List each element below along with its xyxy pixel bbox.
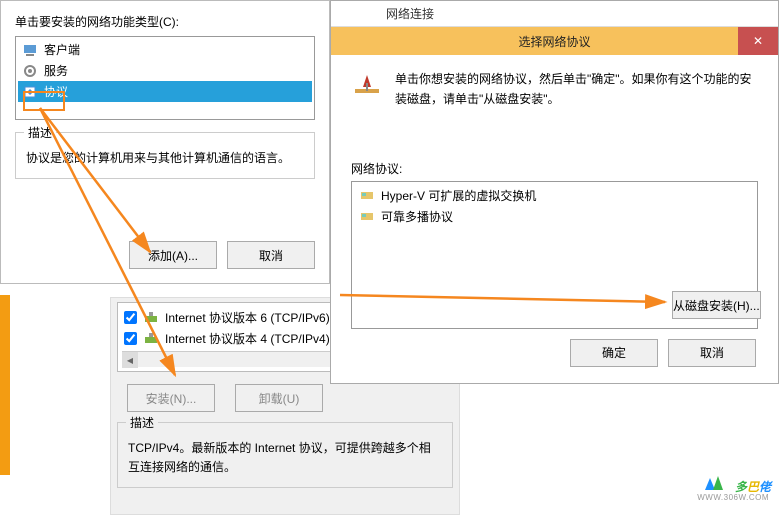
close-button[interactable]: ✕ [738, 27, 778, 55]
client-icon [22, 42, 38, 58]
add-button[interactable]: 添加(A)... [129, 241, 217, 269]
cancel-button[interactable]: 取消 [668, 339, 756, 367]
ok-button[interactable]: 确定 [570, 339, 658, 367]
protocol-icon [143, 310, 159, 326]
group-title: 描述 [126, 414, 158, 431]
list-item-label: 客户端 [44, 41, 80, 58]
description-text: 协议是您的计算机用来与其他计算机通信的语言。 [26, 149, 304, 168]
checkbox-ipv4[interactable] [124, 332, 137, 345]
scroll-left-icon[interactable]: ◀ [122, 352, 138, 368]
list-item[interactable]: 可靠多播协议 [355, 206, 754, 227]
feature-type-list[interactable]: 客户端 服务 协议 [15, 36, 315, 120]
network-feature-dialog: 单击要安装的网络功能类型(C): 客户端 服务 协议 描述 协议是您的计算机用来… [0, 0, 330, 284]
adapter-icon [359, 208, 375, 224]
service-icon [22, 63, 38, 79]
protocol-list-label: 网络协议: [351, 160, 758, 177]
parent-titlebar: 网络连接 [331, 1, 778, 27]
list-item-label: 协议 [44, 83, 68, 100]
description-text: TCP/IPv4。最新版本的 Internet 协议，可提供跨越多个相互连接网络… [128, 439, 442, 477]
description-group: 描述 TCP/IPv4。最新版本的 Internet 协议，可提供跨越多个相互连… [117, 422, 453, 488]
list-item-client[interactable]: 客户端 [18, 39, 312, 60]
wizard-icon [351, 69, 383, 101]
list-item-label: 可靠多播协议 [381, 208, 453, 225]
list-item-service[interactable]: 服务 [18, 60, 312, 81]
protocol-icon [143, 331, 159, 347]
select-protocol-dialog: 网络连接 选择网络协议 ✕ 单击你想安装的网络协议，然后单击"确定"。如果你有这… [330, 0, 779, 384]
list-item[interactable]: Hyper-V 可扩展的虚拟交换机 [355, 185, 754, 206]
list-item-protocol[interactable]: 协议 [18, 81, 312, 102]
feature-type-label: 单击要安装的网络功能类型(C): [15, 13, 315, 30]
logo-icon [703, 472, 729, 494]
accent-bar [0, 295, 10, 475]
group-title: 描述 [24, 124, 56, 141]
install-button[interactable]: 安装(N)... [127, 384, 215, 412]
checkbox-label: Internet 协议版本 6 (TCP/IPv6) [165, 309, 330, 326]
description-group: 描述 协议是您的计算机用来与其他计算机通信的语言。 [15, 132, 315, 179]
uninstall-button[interactable]: 卸载(U) [235, 384, 323, 412]
parent-title-text: 网络连接 [386, 5, 434, 22]
install-from-disk-button[interactable]: 从磁盘安装(H)... [672, 291, 761, 319]
dialog-titlebar[interactable]: 选择网络协议 ✕ [331, 27, 778, 55]
adapter-icon [359, 187, 375, 203]
title-text: 选择网络协议 [518, 33, 590, 50]
protocol-icon [22, 84, 38, 100]
list-item-label: Hyper-V 可扩展的虚拟交换机 [381, 187, 536, 204]
list-item-label: 服务 [44, 62, 68, 79]
cancel-button[interactable]: 取消 [227, 241, 315, 269]
close-icon: ✕ [753, 34, 763, 48]
checkbox-ipv6[interactable] [124, 311, 137, 324]
instruction-text: 单击你想安装的网络协议，然后单击"确定"。如果你有这个功能的安装磁盘，请单击"从… [395, 69, 758, 110]
checkbox-label: Internet 协议版本 4 (TCP/IPv4) [165, 330, 330, 347]
